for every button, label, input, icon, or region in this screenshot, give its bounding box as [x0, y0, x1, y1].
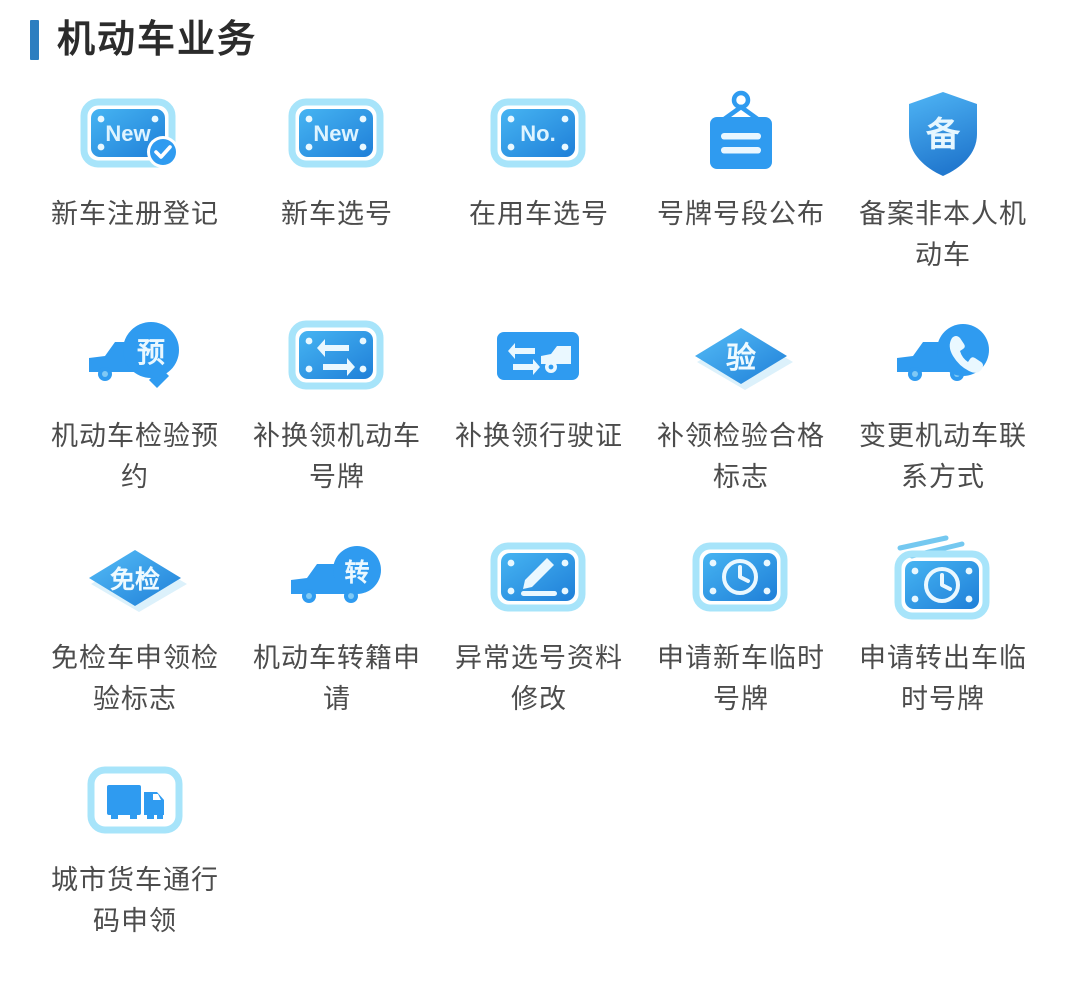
car-magnifier-yu-icon: 预 [75, 308, 195, 404]
service-tile-transfer-registration[interactable]: 转 机动车转籍申请 [236, 530, 438, 752]
service-tile-reissue-inspection-mark[interactable]: 验 补领检验合格标志 [640, 308, 842, 530]
service-tile-replace-license[interactable]: 补换领行驶证 [438, 308, 640, 530]
truck-box-icon [75, 752, 195, 848]
service-label: 机动车检验预约 [51, 421, 219, 492]
service-label: 异常选号资料修改 [455, 643, 623, 714]
service-tile-temp-plate-transfer-out[interactable]: 申请转出车临时号牌 [842, 530, 1044, 752]
service-label: 申请转出车临时号牌 [859, 643, 1027, 714]
service-label: 免检车申领检验标志 [51, 643, 219, 714]
service-tile-temp-plate-new-vehicle[interactable]: 申请新车临时号牌 [640, 530, 842, 752]
plate-clock-icon [681, 530, 801, 626]
service-label: 补换领行驶证 [455, 421, 623, 451]
svg-text:No.: No. [520, 121, 555, 146]
badge-char: 转 [344, 558, 369, 587]
service-label: 号牌号段公布 [657, 199, 825, 229]
diamond-char: 免检 [110, 565, 160, 594]
service-tile-inspection-appointment[interactable]: 预 机动车检验预约 [34, 308, 236, 530]
service-tile-change-contact-info[interactable]: 变更机动车联系方式 [842, 308, 1044, 530]
service-tile-city-truck-pass-code[interactable]: 城市货车通行码申领 [34, 752, 236, 974]
plate-new-icon: New [277, 86, 397, 182]
services-grid: New 新车注册登记 New 新车选号 No. 在用车选号 号牌号段公布 备 备… [0, 86, 1080, 974]
diamond-char: 验 [726, 341, 756, 375]
plate-swap-car-icon [479, 308, 599, 404]
car-zhuan-icon: 转 [277, 530, 397, 626]
service-tile-plate-range-announcement[interactable]: 号牌号段公布 [640, 86, 842, 308]
service-tile-exempt-inspection-mark[interactable]: 免检 免检车申领检验标志 [34, 530, 236, 752]
page-title: 机动车业务 [57, 19, 258, 61]
page-header: 机动车业务 [0, 0, 1080, 62]
service-label: 补换领机动车号牌 [253, 421, 421, 492]
shield-char: 备 [926, 116, 961, 154]
service-tile-new-vehicle-registration[interactable]: New 新车注册登记 [34, 86, 236, 308]
plate-pencil-icon [479, 530, 599, 626]
plate-new-check-icon: New [75, 86, 195, 182]
plate-swap-icon [277, 308, 397, 404]
car-phone-icon [883, 308, 1003, 404]
magnifier-char: 预 [137, 337, 165, 368]
service-label: 城市货车通行码申领 [51, 865, 219, 936]
service-label: 机动车转籍申请 [253, 643, 421, 714]
diamond-mianjian-icon: 免检 [75, 530, 195, 626]
service-tile-new-vehicle-plate-select[interactable]: New 新车选号 [236, 86, 438, 308]
svg-text:New: New [105, 121, 151, 146]
service-label: 新车选号 [281, 199, 393, 229]
service-label: 变更机动车联系方式 [859, 421, 1027, 492]
hanging-board-icon [681, 86, 801, 182]
service-tile-in-use-vehicle-plate-select[interactable]: No. 在用车选号 [438, 86, 640, 308]
service-label: 申请新车临时号牌 [657, 643, 825, 714]
svg-text:New: New [313, 121, 359, 146]
service-tile-replace-plate[interactable]: 补换领机动车号牌 [236, 308, 438, 530]
plate-no-icon: No. [479, 86, 599, 182]
service-label: 在用车选号 [469, 199, 609, 229]
diamond-yan-icon: 验 [681, 308, 801, 404]
service-label: 补领检验合格标志 [657, 421, 825, 492]
service-tile-register-other-vehicle[interactable]: 备 备案非本人机动车 [842, 86, 1044, 308]
service-label: 备案非本人机动车 [859, 199, 1027, 270]
shield-bei-icon: 备 [883, 86, 1003, 182]
plate-clock-motion-icon [883, 530, 1003, 626]
title-accent-bar [30, 20, 39, 60]
service-tile-abnormal-plate-data-edit[interactable]: 异常选号资料修改 [438, 530, 640, 752]
service-label: 新车注册登记 [51, 199, 219, 229]
